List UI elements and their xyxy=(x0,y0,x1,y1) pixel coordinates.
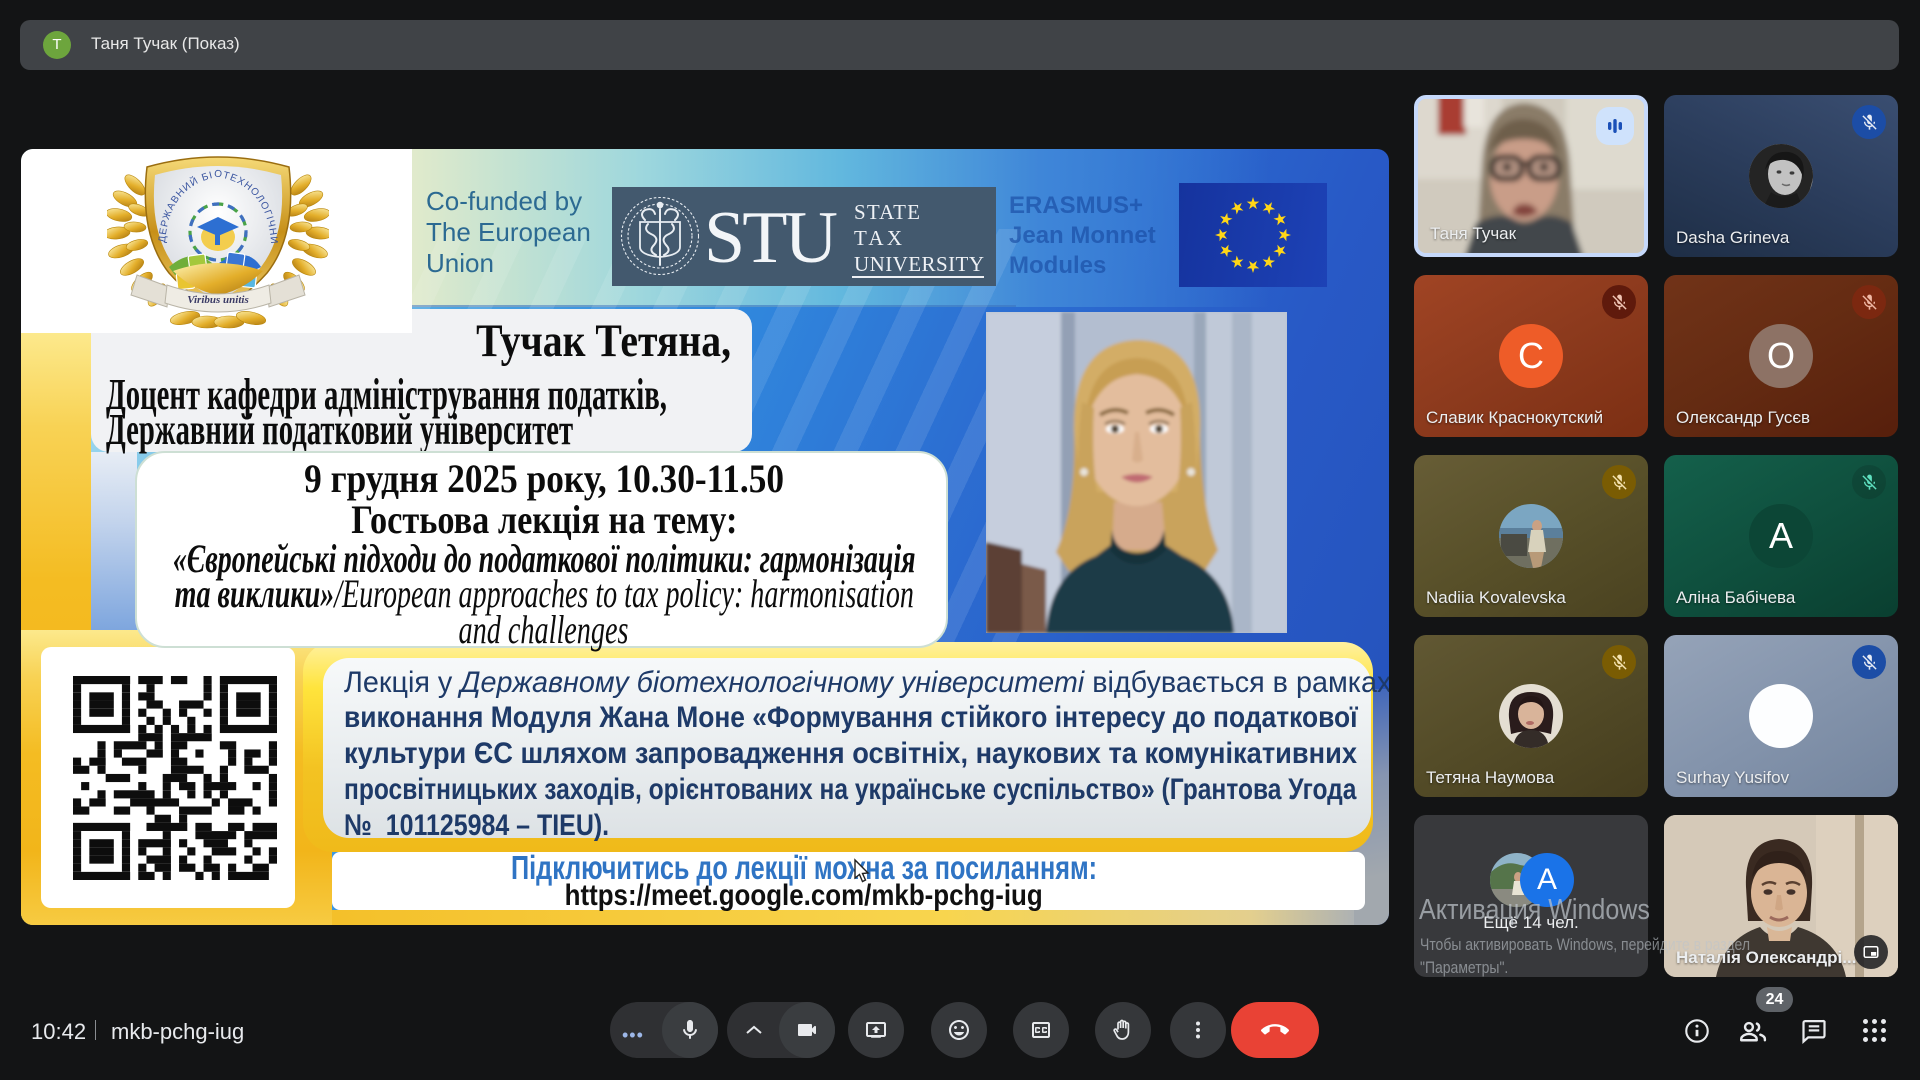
svg-text:STATE: STATE xyxy=(854,200,920,224)
svg-text:UNIVERSITY: UNIVERSITY xyxy=(854,252,984,276)
svg-text:Viribus unitis: Viribus unitis xyxy=(187,294,248,306)
svg-text:TAX: TAX xyxy=(854,226,902,250)
svg-text:STU: STU xyxy=(704,197,838,279)
